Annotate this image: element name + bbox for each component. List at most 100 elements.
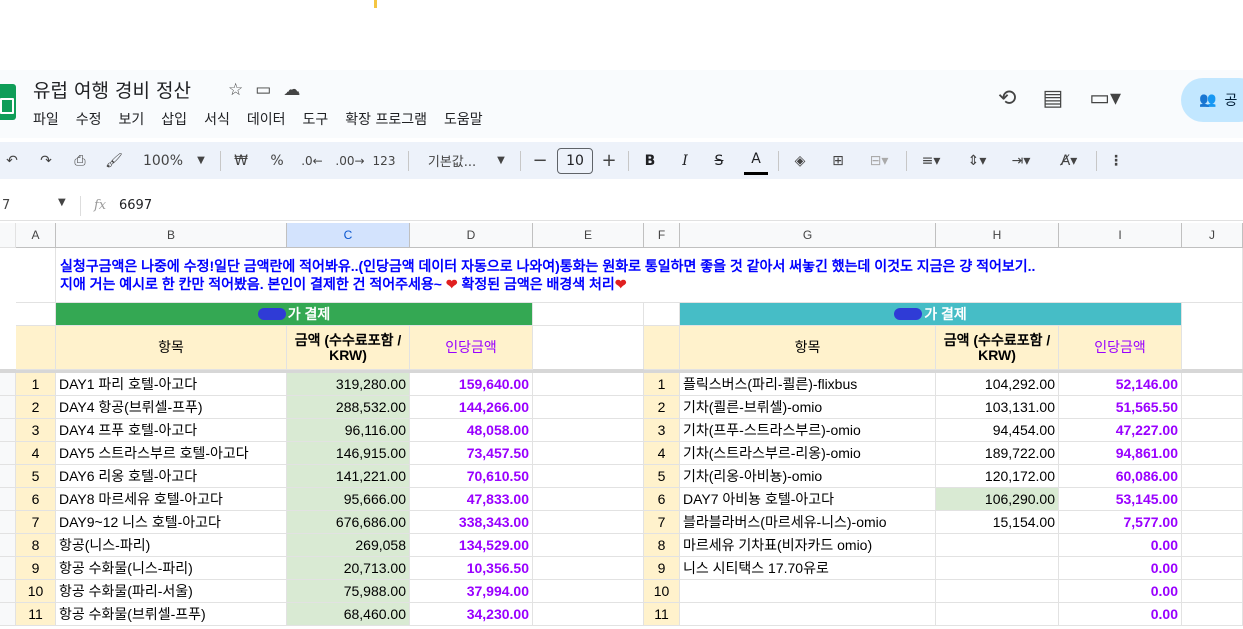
empty-cell[interactable] bbox=[533, 303, 644, 326]
row-header[interactable] bbox=[0, 488, 16, 511]
empty-cell[interactable] bbox=[1182, 465, 1243, 488]
right_table-amount-cell[interactable] bbox=[936, 534, 1059, 557]
formula-input[interactable]: 6697 bbox=[119, 198, 152, 213]
right_table-row-number[interactable]: 10 bbox=[644, 580, 680, 603]
left_table-amount-cell[interactable]: 95,666.00 bbox=[287, 488, 410, 511]
right_table-row-number[interactable]: 6 bbox=[644, 488, 680, 511]
left_table-amount-cell[interactable]: 319,280.00 bbox=[287, 373, 410, 396]
row-header[interactable] bbox=[0, 442, 16, 465]
merge-cells-icon[interactable]: ⊟▾ bbox=[862, 142, 896, 179]
share-button[interactable]: 👥 공 bbox=[1181, 78, 1243, 122]
row-header-title[interactable] bbox=[16, 303, 56, 326]
left_table-row-number[interactable]: 11 bbox=[16, 603, 56, 626]
right_table-row-number[interactable]: 7 bbox=[644, 511, 680, 534]
italic-button[interactable]: I bbox=[675, 142, 695, 179]
right_table-row-number[interactable]: 11 bbox=[644, 603, 680, 626]
right_table-per-person-cell[interactable]: 0.00 bbox=[1059, 557, 1182, 580]
right_table-amount-cell[interactable]: 15,154.00 bbox=[936, 511, 1059, 534]
print-icon[interactable]: ⎙ bbox=[70, 142, 90, 179]
zoom-select[interactable]: 100% bbox=[140, 142, 186, 179]
right_table-item-cell[interactable]: 기차(프푸-스트라스부르)-omio bbox=[680, 419, 936, 442]
menu-edit[interactable]: 수정 bbox=[76, 109, 102, 129]
left_table-item-cell[interactable]: DAY8 마르세유 호텔-아고다 bbox=[56, 488, 287, 511]
right_table-amount-cell[interactable] bbox=[936, 580, 1059, 603]
empty-cell[interactable] bbox=[533, 373, 644, 396]
empty-cell[interactable] bbox=[1182, 488, 1243, 511]
empty-cell[interactable] bbox=[1182, 557, 1243, 580]
empty-cell[interactable] bbox=[1182, 442, 1243, 465]
menu-data[interactable]: 데이터 bbox=[247, 109, 286, 129]
empty-cell[interactable] bbox=[1182, 396, 1243, 419]
empty-cell[interactable] bbox=[533, 419, 644, 442]
font-size-decrease-icon[interactable]: − bbox=[531, 142, 549, 179]
right_table-amount-cell[interactable]: 120,172.00 bbox=[936, 465, 1059, 488]
right_table-per-person-cell[interactable]: 94,861.00 bbox=[1059, 442, 1182, 465]
left_table-per-person-cell[interactable]: 134,529.00 bbox=[410, 534, 533, 557]
cloud-status-icon[interactable]: ☁ bbox=[283, 80, 300, 100]
column-header-f[interactable]: F bbox=[644, 223, 680, 248]
left_table-amount-cell[interactable]: 269,058 bbox=[287, 534, 410, 557]
right_table-item-cell[interactable] bbox=[680, 603, 936, 626]
text-rotation-icon[interactable]: A̸▾ bbox=[1050, 142, 1088, 179]
right_table-row-number[interactable]: 5 bbox=[644, 465, 680, 488]
left_table-per-person-cell[interactable]: 338,343.00 bbox=[410, 511, 533, 534]
right_table-per-person-cell[interactable]: 0.00 bbox=[1059, 534, 1182, 557]
menu-insert[interactable]: 삽입 bbox=[161, 109, 187, 129]
right_table-per-person-cell[interactable]: 47,227.00 bbox=[1059, 419, 1182, 442]
left_table-row-number[interactable]: 6 bbox=[16, 488, 56, 511]
currency-format-button[interactable]: ₩ bbox=[230, 142, 252, 179]
empty-cell[interactable] bbox=[1182, 419, 1243, 442]
vertical-align-icon[interactable]: ⇕▾ bbox=[960, 142, 994, 179]
star-icon[interactable]: ☆ bbox=[228, 80, 243, 100]
right_table-amount-cell[interactable]: 106,290.00 bbox=[936, 488, 1059, 511]
paint-format-icon[interactable]: 🖌 bbox=[104, 142, 124, 179]
right_table-row-number[interactable]: 3 bbox=[644, 419, 680, 442]
left_table-row-number[interactable]: 10 bbox=[16, 580, 56, 603]
row-header[interactable] bbox=[0, 603, 16, 626]
left_table-amount-cell[interactable]: 68,460.00 bbox=[287, 603, 410, 626]
empty-cell[interactable] bbox=[533, 442, 644, 465]
right_table-amount-cell[interactable]: 103,131.00 bbox=[936, 396, 1059, 419]
right_table-per-person-cell[interactable]: 0.00 bbox=[1059, 603, 1182, 626]
empty-cell[interactable] bbox=[533, 465, 644, 488]
name-box-dropdown-icon[interactable]: ▼ bbox=[58, 197, 66, 208]
right_table-per-person-cell[interactable]: 0.00 bbox=[1059, 580, 1182, 603]
row-header[interactable] bbox=[0, 534, 16, 557]
left_table-per-person-cell[interactable]: 144,266.00 bbox=[410, 396, 533, 419]
right_table-item-cell[interactable]: 기차(리옹-아비뇽)-omio bbox=[680, 465, 936, 488]
left_table-per-person-cell[interactable]: 70,610.50 bbox=[410, 465, 533, 488]
right_table-item-cell[interactable]: 마르세유 기차표(비자카드 omio) bbox=[680, 534, 936, 557]
row-header[interactable] bbox=[0, 373, 16, 396]
empty-cell[interactable] bbox=[533, 603, 644, 626]
undo-icon[interactable]: ↶ bbox=[2, 142, 22, 179]
right_table-per-person-cell[interactable]: 60,086.00 bbox=[1059, 465, 1182, 488]
right_table-item-cell[interactable] bbox=[680, 580, 936, 603]
left_table-item-cell[interactable]: 항공 수화물(브뤼셀-프푸) bbox=[56, 603, 287, 626]
left_table-item-cell[interactable]: DAY9~12 니스 호텔-아고다 bbox=[56, 511, 287, 534]
left_table-amount-cell[interactable]: 141,221.00 bbox=[287, 465, 410, 488]
right_table-row-number[interactable]: 4 bbox=[644, 442, 680, 465]
empty-cell[interactable] bbox=[533, 396, 644, 419]
right_table-item-cell[interactable]: 기차(쾰른-브뤼셀)-omio bbox=[680, 396, 936, 419]
left_table-per-person-cell[interactable]: 10,356.50 bbox=[410, 557, 533, 580]
column-header-b[interactable]: B bbox=[56, 223, 287, 248]
empty-cell[interactable] bbox=[533, 580, 644, 603]
left_table-row-number[interactable]: 7 bbox=[16, 511, 56, 534]
strikethrough-button[interactable]: S bbox=[709, 142, 729, 179]
right_table-amount-cell[interactable]: 189,722.00 bbox=[936, 442, 1059, 465]
column-header-e[interactable]: E bbox=[533, 223, 644, 248]
left_table-amount-cell[interactable]: 288,532.00 bbox=[287, 396, 410, 419]
document-title[interactable]: 유럽 여행 경비 정산 bbox=[33, 76, 191, 103]
left_table-amount-cell[interactable]: 676,686.00 bbox=[287, 511, 410, 534]
left_table-item-cell[interactable]: 항공 수화물(파리-서울) bbox=[56, 580, 287, 603]
left_table-row-number[interactable]: 4 bbox=[16, 442, 56, 465]
sheets-logo-icon[interactable] bbox=[0, 84, 16, 120]
left_table-amount-cell[interactable]: 75,988.00 bbox=[287, 580, 410, 603]
font-size-increase-icon[interactable]: + bbox=[600, 142, 618, 179]
right_table-amount-cell[interactable]: 94,454.00 bbox=[936, 419, 1059, 442]
row-header[interactable] bbox=[0, 557, 16, 580]
row-header[interactable] bbox=[0, 580, 16, 603]
borders-icon[interactable]: ⊞ bbox=[828, 142, 848, 179]
empty-cell[interactable] bbox=[1182, 303, 1243, 370]
redo-icon[interactable]: ↷ bbox=[36, 142, 56, 179]
